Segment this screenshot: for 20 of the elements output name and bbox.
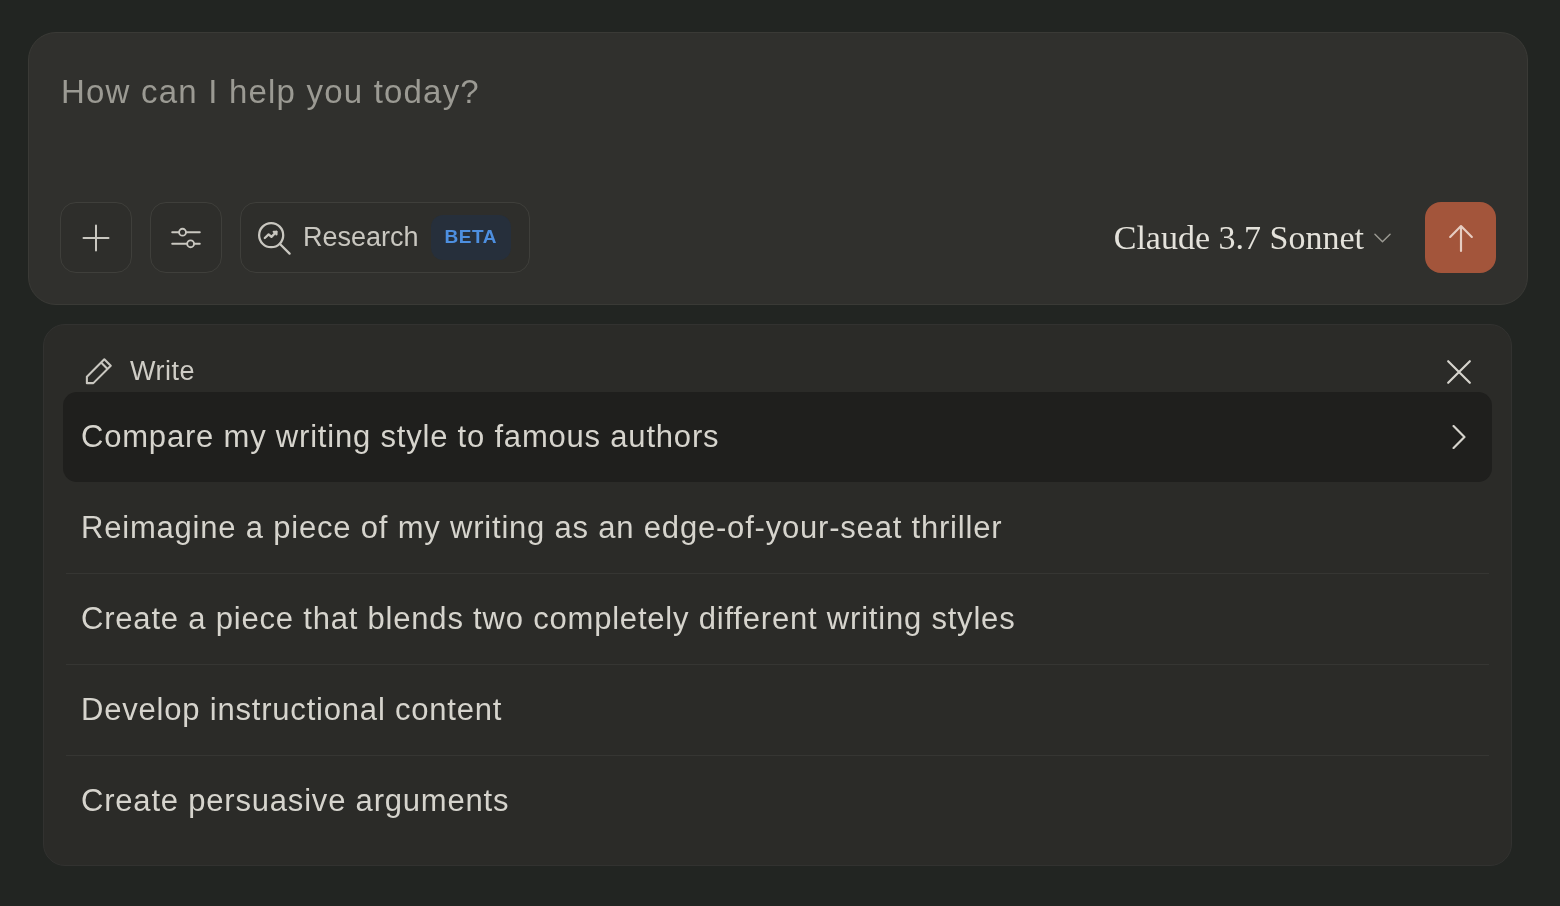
search-icon bbox=[257, 220, 291, 255]
suggestion-item[interactable]: Create persuasive arguments bbox=[63, 756, 1492, 846]
beta-badge: BETA bbox=[430, 215, 511, 260]
arrow-up-icon bbox=[1447, 222, 1474, 253]
suggestion-item[interactable]: Develop instructional content bbox=[63, 665, 1492, 755]
suggestion-item[interactable]: Create a piece that blends two completely different writing styles bbox=[63, 574, 1492, 664]
send-button[interactable] bbox=[1425, 202, 1496, 273]
settings-button[interactable] bbox=[150, 202, 222, 273]
plus-icon bbox=[81, 222, 111, 253]
close-icon bbox=[1446, 358, 1472, 385]
category-title: Write bbox=[130, 355, 195, 389]
chevron-right-icon bbox=[1452, 425, 1466, 449]
pencil-icon bbox=[83, 356, 114, 387]
suggestion-item[interactable]: Compare my writing style to famous authors bbox=[63, 392, 1492, 482]
prompt-field[interactable]: How can I help you today? bbox=[60, 59, 1496, 169]
research-button[interactable]: Research BETA bbox=[240, 202, 530, 273]
chevron-down-icon bbox=[1374, 232, 1391, 243]
model-picker[interactable]: Claude 3.7 Sonnet bbox=[1109, 212, 1395, 263]
suggestion-item[interactable]: Reimagine a piece of my writing as an edge-of-your-seat thriller bbox=[63, 483, 1492, 573]
composer-field[interactable]: How can I help you today? Research BETA Claude 3.7 Sonnet bbox=[28, 32, 1528, 305]
